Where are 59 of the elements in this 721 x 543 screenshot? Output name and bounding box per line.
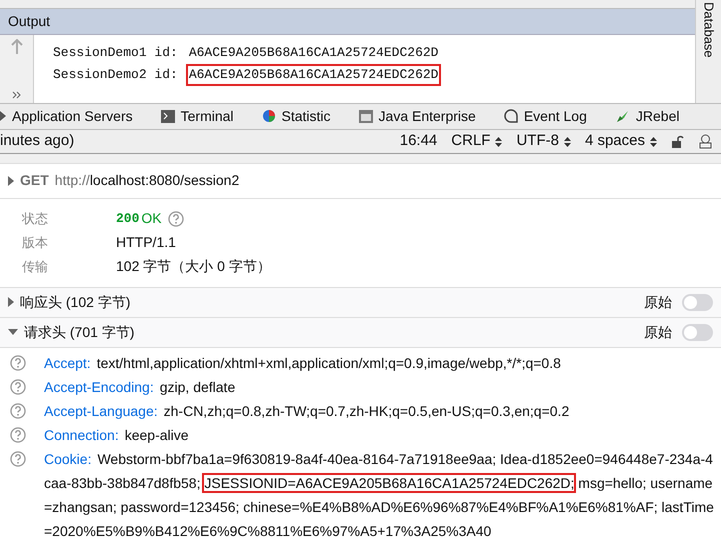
raw-label: 原始 [644,322,672,342]
tool-window-tab[interactable]: Statistic [262,106,331,127]
summary-value: HTTP/1.1 [116,233,176,252]
status-message: inutes ago) [0,131,76,152]
up-arrow-icon[interactable] [10,39,22,55]
pie-icon [262,109,276,124]
toggle-switch[interactable] [682,294,713,311]
header-row-text: Accept: text/html,application/xhtml+xml,application/xml;q=0.9,image/webp,*/*;q=0.8 [44,354,562,373]
status-selector[interactable]: 4 spaces [584,130,657,153]
caret-right-icon[interactable] [8,176,14,186]
window-icon [358,110,373,123]
help-icon[interactable] [10,451,26,467]
up-down-icon [650,136,657,148]
help-icon[interactable] [168,210,184,227]
section-header[interactable]: 请求头 (701 字节) 原始 [0,318,721,348]
request-url: http://localhost:8080/session2 [54,171,240,190]
lock-icon[interactable] [671,134,684,150]
inspector-icon[interactable] [698,134,713,150]
terminal-icon [160,110,175,123]
output-label: SessionDemo2 id: [53,66,178,84]
tool-window-tab[interactable]: JRebel [614,106,680,127]
help-icon[interactable] [10,403,26,419]
header-row-text: Accept-Encoding: gzip, deflate [44,378,236,397]
tool-window-tab[interactable]: Application Servers [0,106,133,127]
section-title: 响应头 (102 字节) [20,292,132,312]
output-header: Output [0,9,695,35]
summary-label: 状态 [20,210,49,228]
tool-window-tab[interactable]: Java Enterprise [358,106,476,127]
status-text: OK [141,209,162,228]
tool-window-tab[interactable]: Terminal [160,106,234,127]
status-time: 16:44 [400,131,438,152]
header-row-text: Cookie: Webstorm-bbf7ba1a=9f630819-8a4f-40ea-8164-7a71918ee9aa; Idea-d1852ee0=946448e7-234a-4caa-83bb-38b847d8fb58; JSESSIONID=A6ACE9A205B68A16CA1A25724EDC262D; msg=hello; username=zhangsan; password=123456; chinese=%E4%B8%AD%E6%96%87%E4%BF%A1%E6%81%AF; lastTime=2020%E5%B9%B412%E6%9C%8811%E6%97%A5+17%3A25%3A40 [44,450,715,541]
status-selector[interactable]: CRLF [451,130,502,153]
double-chevron-icon[interactable] [12,90,22,99]
speech-bubble-icon [504,109,518,124]
section-header[interactable]: 响应头 (102 字节) 原始 [0,288,721,318]
toggle-switch[interactable] [682,324,713,341]
session-id: A6ACE9A205B68A16CA1A25724EDC262D [186,64,442,86]
status-code: 200 [116,210,140,228]
raw-label: 原始 [644,292,672,312]
up-down-icon [495,136,502,148]
caret-right-icon[interactable] [8,297,14,308]
summary-label: 版本 [21,234,49,252]
header-row-text: Connection: keep-alive [44,426,190,445]
header-row-text: Accept-Language: zh-CN,zh;q=0.8,zh-TW;q=0.7,zh-HK;q=0.5,en-US;q=0.3,en;q=0.2 [44,402,570,421]
help-icon[interactable] [10,427,26,443]
section-title: 请求头 (701 字节) [24,322,136,342]
output-label: SessionDemo1 id: [53,44,178,62]
request-method: GET [20,171,49,190]
caret-down-icon[interactable] [8,329,18,336]
up-down-icon [564,136,571,148]
help-icon[interactable] [10,355,26,371]
summary-value: 102 字节（大小 0 字节） [116,257,271,276]
tool-window-tab[interactable]: Event Log [504,106,587,127]
help-icon[interactable] [10,379,26,395]
summary-label: 传输 [21,258,49,276]
session-id: A6ACE9A205B68A16CA1A25724EDC262D [188,44,440,62]
triangle-icon [0,111,6,122]
status-selector[interactable]: UTF-8 [516,130,571,153]
